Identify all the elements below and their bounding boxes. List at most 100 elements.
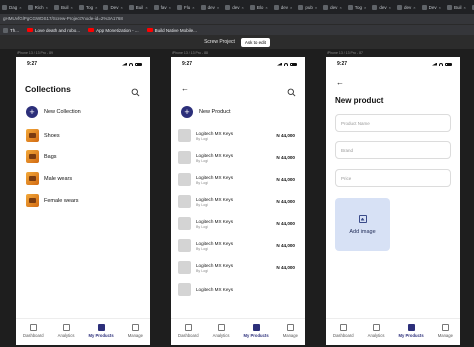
browser-tab[interactable]: Dev × xyxy=(101,2,124,12)
collection-item[interactable]: Female wears xyxy=(26,194,79,207)
browser-tab[interactable]: pub × xyxy=(296,2,319,12)
nav-dashboard[interactable]: Dashboard xyxy=(178,324,199,338)
ask-to-edit-button[interactable]: Ask to edit xyxy=(240,37,270,47)
bookmark-item[interactable]: App Monetization - ... xyxy=(88,28,139,33)
browser-tab[interactable]: Fluk× xyxy=(470,2,474,12)
product-price: N 44,000 xyxy=(276,243,295,248)
collection-item[interactable]: Bags xyxy=(26,150,57,163)
back-arrow-icon[interactable]: ← xyxy=(181,84,189,93)
product-name: Logitech MX Keys xyxy=(196,174,234,180)
bookmark-item[interactable]: Th... xyxy=(3,27,19,33)
product-row[interactable]: Logitech MX Keys By Logi N 44,000 xyxy=(178,151,295,164)
collection-item[interactable]: Male wears xyxy=(26,172,72,185)
back-arrow-icon[interactable]: ← xyxy=(336,78,344,87)
bookmark-item[interactable]: Build Native Mobile... xyxy=(146,27,197,33)
browser-tab[interactable]: Buil × xyxy=(52,2,75,12)
browser-tab[interactable]: Blo × xyxy=(248,2,270,12)
nav-manage[interactable]: Manage xyxy=(438,324,453,338)
bookmark-icon xyxy=(3,27,8,33)
browser-tab[interactable]: Buil × xyxy=(445,2,468,12)
browser-tab[interactable]: Dev × xyxy=(420,2,443,12)
manage-icon xyxy=(441,324,449,331)
browser-tab[interactable]: dev × xyxy=(272,2,295,12)
product-row[interactable]: Logitech MX Keys By Logi N 44,000 xyxy=(178,217,295,230)
browser-tab[interactable]: Rich × xyxy=(26,2,50,12)
browser-tab[interactable]: Flu × xyxy=(175,2,197,12)
close-tab-icon[interactable]: × xyxy=(70,5,72,10)
search-icon[interactable] xyxy=(131,84,140,102)
product-row[interactable]: Logitech MX Keys By Logi N 44,000 xyxy=(178,129,295,142)
nav-analytics[interactable]: Analytics xyxy=(368,324,384,338)
close-tab-icon[interactable]: × xyxy=(364,5,366,10)
nav-analytics[interactable]: Analytics xyxy=(58,324,74,338)
tab-label: Dev xyxy=(110,4,119,10)
collections-screen: 9:27 Collections + New Collection Shoes … xyxy=(16,57,150,345)
close-tab-icon[interactable]: × xyxy=(19,5,21,10)
bookmark-item[interactable]: Love death and robo... xyxy=(27,28,80,33)
new-product-button[interactable]: + New Product xyxy=(181,106,231,118)
tab-favicon-icon xyxy=(273,4,279,10)
product-row[interactable]: Logitech MX Keys By Logi N 44,000 xyxy=(178,261,295,274)
browser-tab[interactable]: dev × xyxy=(395,2,418,12)
browser-tab[interactable]: Buil × xyxy=(127,2,150,12)
product-row[interactable]: Logitech MX Keys By Logi N 44,000 xyxy=(178,173,295,186)
nav-my-products[interactable]: My Products xyxy=(244,324,269,338)
close-tab-icon[interactable]: × xyxy=(46,5,48,10)
close-tab-icon[interactable]: × xyxy=(315,5,317,10)
product-row[interactable]: Logitech MX Keys By Logi N 44,000 xyxy=(178,195,295,208)
browser-tab[interactable]: Tog × xyxy=(346,2,369,12)
close-tab-icon[interactable]: × xyxy=(389,5,391,10)
collection-item[interactable]: Shoes xyxy=(26,129,60,142)
browser-tab[interactable]: Dag × xyxy=(0,2,24,12)
product-name: Logitech MX Keys xyxy=(196,240,234,246)
search-icon[interactable] xyxy=(287,84,296,102)
nav-manage[interactable]: Manage xyxy=(283,324,298,338)
browser-tab[interactable]: dev × xyxy=(199,2,222,12)
close-tab-icon[interactable]: × xyxy=(169,5,171,10)
signal-icon xyxy=(432,62,437,66)
close-tab-icon[interactable]: × xyxy=(413,5,415,10)
nav-my-products[interactable]: My Products xyxy=(399,324,424,338)
close-tab-icon[interactable]: × xyxy=(439,5,441,10)
nav-analytics[interactable]: Analytics xyxy=(213,324,229,338)
close-tab-icon[interactable]: × xyxy=(120,5,122,10)
frame-label: iPhone 13 / 13 Pro - 88 xyxy=(172,51,208,55)
product-name: Logitech MX Keys xyxy=(196,262,234,268)
close-tab-icon[interactable]: × xyxy=(192,5,194,10)
price-field[interactable]: Price xyxy=(335,169,451,187)
nav-dashboard[interactable]: Dashboard xyxy=(333,324,354,338)
file-title: Screw Project xyxy=(204,39,235,45)
nav-my-products[interactable]: My Products xyxy=(89,324,114,338)
address-bar[interactable]: gHMUvfGlPgCGWDS17/Screw-Project?node-id=… xyxy=(0,14,474,24)
nav-manage[interactable]: Manage xyxy=(128,324,143,338)
tab-favicon-icon xyxy=(200,4,206,10)
new-product-label: New Product xyxy=(199,109,231,115)
close-tab-icon[interactable]: × xyxy=(265,5,267,10)
close-tab-icon[interactable]: × xyxy=(290,5,292,10)
close-tab-icon[interactable]: × xyxy=(463,5,465,10)
new-collection-button[interactable]: + New Collection xyxy=(26,106,81,118)
close-tab-icon[interactable]: × xyxy=(145,5,147,10)
close-tab-icon[interactable]: × xyxy=(95,5,97,10)
product-brand: By Logi xyxy=(196,136,208,141)
close-tab-icon[interactable]: × xyxy=(217,5,219,10)
tab-favicon-icon xyxy=(249,4,255,10)
product-name: Logitech MX Keys xyxy=(196,196,234,202)
add-image-button[interactable]: Add image xyxy=(335,198,390,251)
nav-dashboard[interactable]: Dashboard xyxy=(23,324,44,338)
collection-thumbnail xyxy=(26,172,39,185)
close-tab-icon[interactable]: × xyxy=(339,5,341,10)
product-row[interactable]: Logitech MX Keys By Logi N 44,000 xyxy=(178,239,295,252)
browser-tab[interactable]: dev × xyxy=(321,2,344,12)
product-row[interactable]: Logitech MX Keys xyxy=(178,283,295,296)
bookmark-label: Build Native Mobile... xyxy=(154,27,197,33)
brand-field[interactable]: Brand xyxy=(335,141,451,159)
browser-tab[interactable]: dev × xyxy=(370,2,393,12)
close-tab-icon[interactable]: × xyxy=(242,5,244,10)
browser-tab[interactable]: dev × xyxy=(223,2,246,12)
browser-tab[interactable]: fav × xyxy=(152,2,173,12)
product-name-field[interactable]: Product Name xyxy=(335,114,451,132)
tab-favicon-icon xyxy=(103,4,109,10)
browser-tab[interactable]: Tog × xyxy=(77,2,100,12)
collection-thumbnail xyxy=(26,129,39,142)
